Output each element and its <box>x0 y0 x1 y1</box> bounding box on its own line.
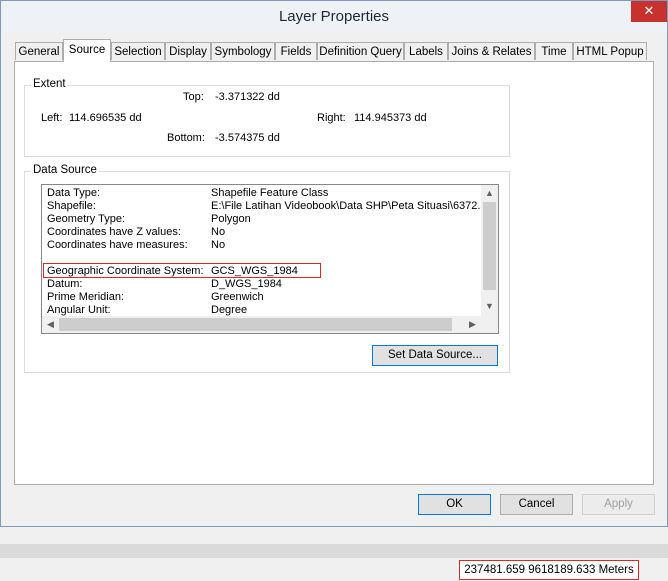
tab-fields[interactable]: Fields <box>275 42 317 60</box>
row-key: Shapefile: <box>47 200 96 212</box>
vertical-scroll-thumb[interactable] <box>483 202 496 290</box>
horizontal-scroll-thumb[interactable] <box>59 318 452 331</box>
ok-button[interactable]: OK <box>418 494 491 515</box>
status-bar: 237481.659 9618189.633 Meters <box>0 540 668 581</box>
row-key: Data Type: <box>47 187 100 199</box>
cancel-button[interactable]: Cancel <box>500 494 573 515</box>
extent-right-label: Right: <box>317 112 346 124</box>
row-key: Coordinates have measures: <box>47 239 188 251</box>
horizontal-scrollbar[interactable]: ◀ ▶ <box>42 316 481 333</box>
tab-display[interactable]: Display <box>165 42 211 60</box>
extent-bottom-label: Bottom: <box>167 132 205 144</box>
tab-labels[interactable]: Labels <box>404 42 448 60</box>
apply-button[interactable]: Apply <box>582 494 655 515</box>
tab-general[interactable]: General <box>15 42 63 60</box>
tab-selection[interactable]: Selection <box>111 42 165 60</box>
status-progress-area <box>0 544 668 558</box>
extent-bottom-value: -3.574375 dd <box>215 132 280 144</box>
tab-symbology[interactable]: Symbology <box>211 42 275 60</box>
row-value: No <box>211 239 226 251</box>
extent-left-label: Left: <box>41 112 63 124</box>
close-button[interactable]: ✕ <box>631 1 667 22</box>
row-key: Datum: <box>47 278 83 290</box>
tab-definition-query[interactable]: Definition Query <box>317 42 404 60</box>
row-key: Geometry Type: <box>47 213 126 225</box>
title-bar: Layer Properties ✕ <box>1 1 667 32</box>
layer-properties-dialog: Layer Properties ✕ General Source Select… <box>0 0 668 527</box>
gcs-highlight-box <box>43 263 321 278</box>
tab-html-popup[interactable]: HTML Popup <box>573 42 647 60</box>
tab-joins-relates[interactable]: Joins & Relates <box>448 42 535 60</box>
scroll-corner <box>481 316 498 333</box>
row-value: Shapefile Feature Class <box>211 187 329 199</box>
dialog-title: Layer Properties <box>278 8 390 25</box>
tab-time[interactable]: Time <box>535 42 573 60</box>
row-value: Greenwich <box>211 291 264 303</box>
set-data-source-button[interactable]: Set Data Source... <box>372 345 498 366</box>
scroll-left-icon[interactable]: ◀ <box>42 319 59 330</box>
extent-top-value: -3.371322 dd <box>215 91 280 103</box>
extent-legend: Extent <box>31 78 68 90</box>
scroll-right-icon[interactable]: ▶ <box>464 319 481 330</box>
row-key: Prime Meridian: <box>47 291 125 303</box>
row-value: No <box>211 226 226 238</box>
row-value: Polygon <box>211 213 251 225</box>
row-value: D_WGS_1984 <box>211 278 282 290</box>
vertical-scrollbar[interactable]: ▲ ▼ <box>481 185 498 316</box>
coordinate-readout: 237481.659 9618189.633 Meters <box>459 560 639 580</box>
extent-top-label: Top: <box>183 91 204 103</box>
tab-source[interactable]: Source <box>63 39 111 62</box>
row-value: E:\File Latihan Videobook\Data SHP\Peta … <box>211 200 486 212</box>
extent-right-value: 114.945373 dd <box>354 112 427 124</box>
scroll-down-icon[interactable]: ▼ <box>481 301 498 311</box>
scroll-up-icon[interactable]: ▲ <box>481 188 498 198</box>
row-key: Coordinates have Z values: <box>47 226 181 238</box>
data-source-list[interactable]: Data Type: Shapefile Feature Class Shapef… <box>41 184 499 334</box>
extent-left-value: 114.696535 dd <box>69 112 142 124</box>
data-source-legend: Data Source <box>31 164 99 176</box>
